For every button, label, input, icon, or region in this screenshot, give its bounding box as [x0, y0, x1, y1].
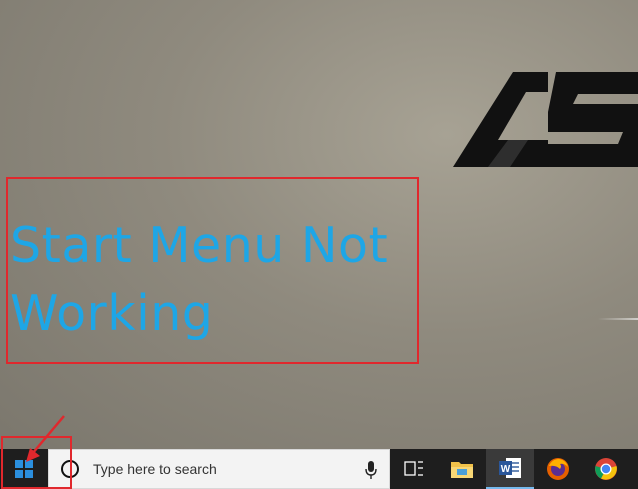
task-view-button[interactable]	[390, 449, 438, 489]
search-box[interactable]: Type here to search	[48, 449, 390, 489]
taskbar: Type here to search W	[0, 449, 638, 489]
search-placeholder: Type here to search	[93, 461, 217, 477]
file-explorer-button[interactable]	[438, 449, 486, 489]
firefox-button[interactable]	[534, 449, 582, 489]
chrome-icon	[595, 458, 617, 480]
chrome-button[interactable]	[582, 449, 630, 489]
word-icon: W	[499, 458, 521, 478]
callout-text: Start Menu Not Working	[10, 217, 389, 342]
asus-wallpaper-logo	[453, 72, 638, 167]
svg-text:W: W	[501, 464, 511, 475]
wallpaper-highlight	[598, 318, 638, 320]
microphone-icon[interactable]	[365, 461, 377, 479]
annotation-arrow	[26, 415, 65, 462]
firefox-icon	[547, 458, 569, 480]
word-button[interactable]: W	[486, 449, 534, 489]
task-view-icon	[404, 461, 423, 476]
folder-icon	[451, 462, 473, 478]
